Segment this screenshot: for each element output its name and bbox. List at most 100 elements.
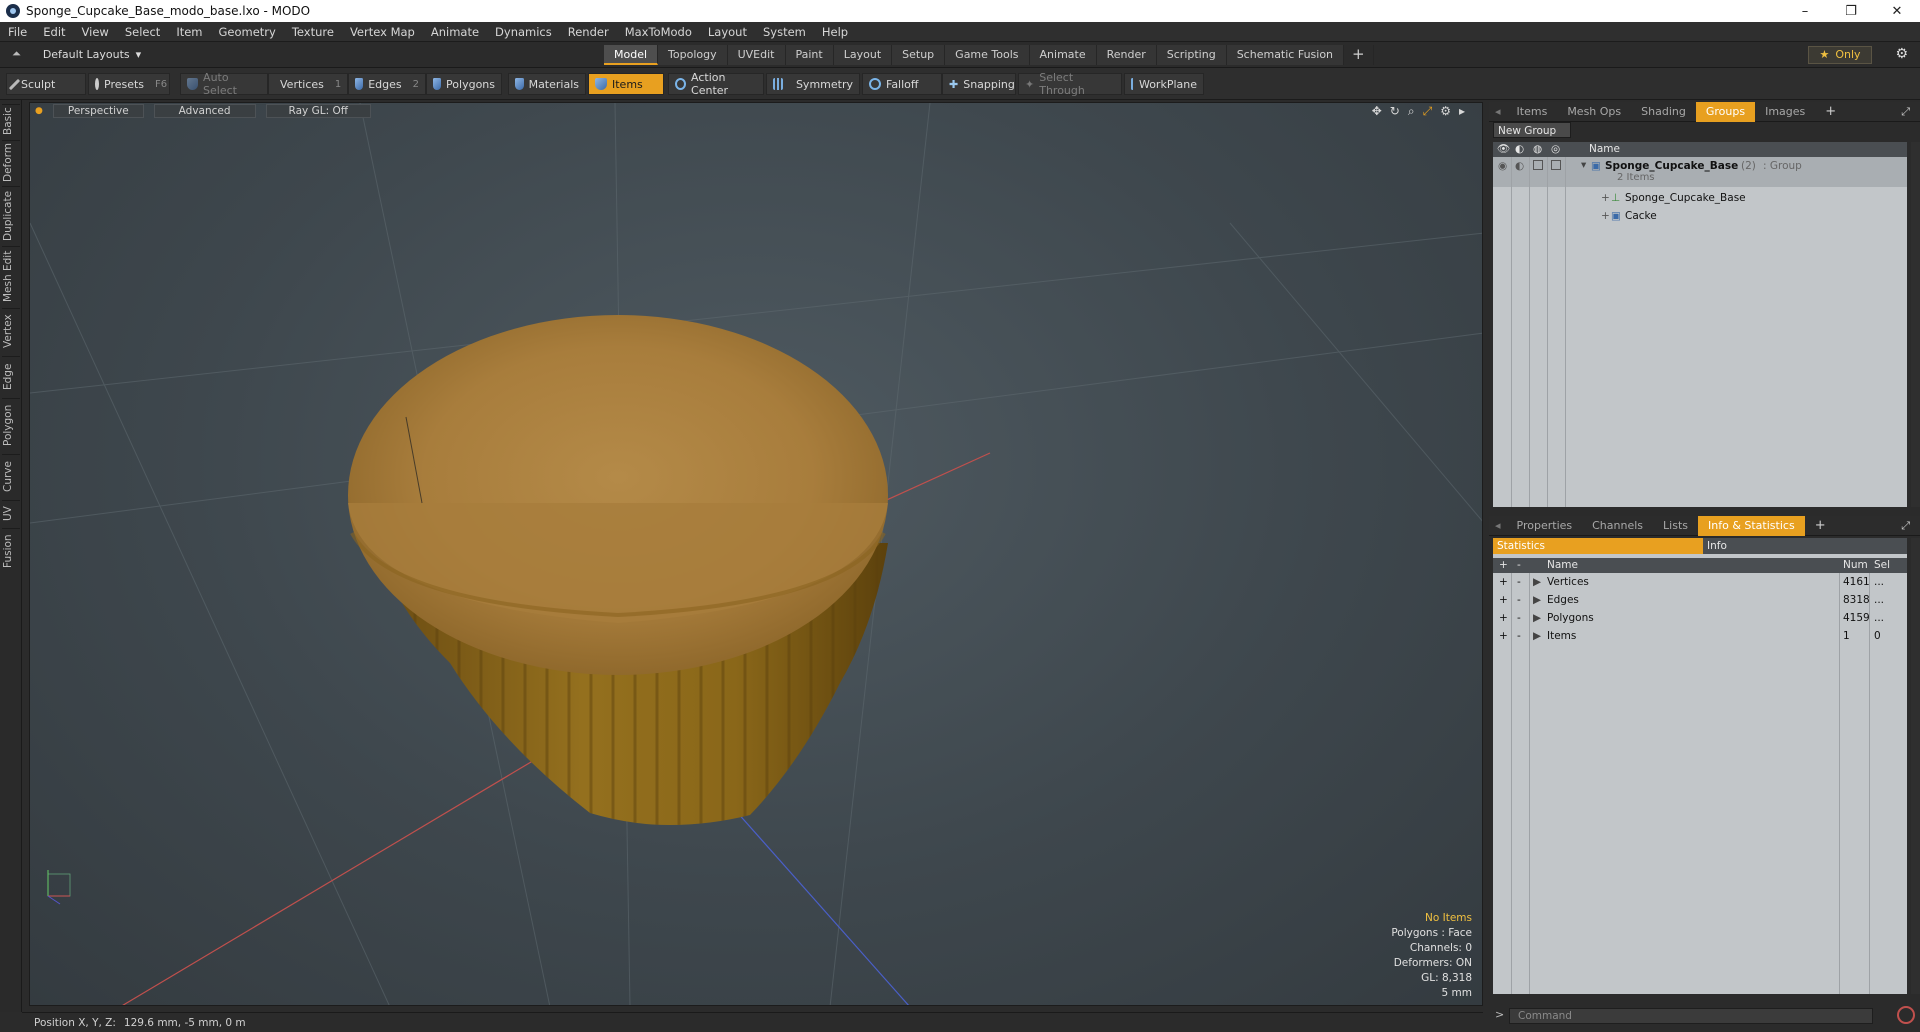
add-panel-tab-icon-2[interactable]: +	[1805, 516, 1836, 536]
auto-select-button[interactable]: Auto Select	[180, 71, 268, 97]
tab-groups[interactable]: Groups	[1695, 101, 1756, 122]
edges-button[interactable]: Edges 2	[348, 73, 426, 95]
advanced-dropdown[interactable]: Advanced	[153, 104, 256, 118]
menu-edit[interactable]: Edit	[35, 25, 73, 39]
row-expand-icon[interactable]: ▶	[1533, 609, 1541, 627]
left-tab-curve[interactable]: Curve	[2, 454, 20, 498]
stats-row-polygons[interactable]: + - ▶ Polygons 4159 ...	[1493, 609, 1907, 627]
left-tab-basic[interactable]: Basic	[2, 104, 20, 138]
add-tab-icon[interactable]: +	[1344, 45, 1374, 65]
tab-setup[interactable]: Setup	[892, 45, 946, 65]
tab-render[interactable]: Render	[1096, 45, 1157, 65]
tab-layout[interactable]: Layout	[833, 45, 893, 65]
close-button[interactable]: ✕	[1874, 0, 1920, 22]
row-expand-icon[interactable]: ▶	[1533, 627, 1541, 645]
menu-animate[interactable]: Animate	[423, 25, 487, 39]
group-child-mesh[interactable]: + ⊥ Sponge_Cupcake_Base	[1493, 189, 1907, 207]
3d-viewport[interactable]: No Items Polygons : Face Channels: 0 Def…	[29, 102, 1483, 1006]
stats-row-vertices[interactable]: + - ▶ Vertices 4161 ...	[1493, 573, 1907, 591]
tab-topology[interactable]: Topology	[658, 45, 728, 65]
new-group-button[interactable]: New Group	[1493, 122, 1571, 138]
menu-view[interactable]: View	[74, 25, 117, 39]
tab-info-statistics[interactable]: Info & Statistics	[1698, 515, 1805, 536]
presets-button[interactable]: Presets F6	[88, 73, 170, 95]
menu-texture[interactable]: Texture	[284, 25, 342, 39]
materials-button[interactable]: Materials	[508, 73, 586, 95]
collapse-all-icon[interactable]: -	[1517, 558, 1521, 573]
group-expand-icon[interactable]: ▾	[1581, 156, 1586, 174]
snapping-button[interactable]: ✚ Snapping	[942, 73, 1016, 95]
items-button[interactable]: Items	[588, 73, 664, 95]
stats-row-edges[interactable]: + - ▶ Edges 8318 ...	[1493, 591, 1907, 609]
rotate-view-icon[interactable]: ↻	[1390, 104, 1400, 119]
menu-select[interactable]: Select	[117, 25, 168, 39]
select-through-button[interactable]: ✦ Select Through	[1018, 71, 1122, 97]
action-center-button[interactable]: Action Center	[668, 71, 764, 97]
tab-scripting[interactable]: Scripting	[1156, 45, 1227, 65]
tab-properties[interactable]: Properties	[1507, 516, 1583, 536]
menu-vertex-map[interactable]: Vertex Map	[342, 25, 423, 39]
expand-panel-icon[interactable]: ⤢	[1891, 102, 1920, 122]
tab-uvedit[interactable]: UVEdit	[727, 45, 786, 65]
tab-items[interactable]: Items	[1507, 102, 1558, 122]
tab-paint[interactable]: Paint	[785, 45, 834, 65]
vertices-button[interactable]: Vertices 1	[268, 73, 348, 95]
zoom-view-icon[interactable]: ⌕	[1408, 104, 1415, 119]
group-render-icon[interactable]: ◐	[1515, 157, 1524, 175]
symmetry-button[interactable]: Symmetry	[766, 73, 860, 95]
workplane-button[interactable]: WorkPlane	[1124, 73, 1204, 95]
polygons-button[interactable]: Polygons	[426, 73, 502, 95]
child-expand-icon-2[interactable]: +	[1601, 207, 1610, 225]
group-select-checkbox[interactable]	[1551, 160, 1561, 170]
left-tab-edge[interactable]: Edge	[2, 356, 20, 396]
menu-help[interactable]: Help	[814, 25, 856, 39]
left-tab-duplicate[interactable]: Duplicate	[2, 186, 20, 244]
group-lock-checkbox[interactable]	[1533, 160, 1543, 170]
tab-animate[interactable]: Animate	[1029, 45, 1097, 65]
groups-scrollbar[interactable]	[1911, 142, 1920, 507]
statistics-subtab[interactable]: Statistics	[1493, 538, 1703, 554]
stats-scrollbar[interactable]	[1911, 538, 1920, 994]
left-tab-vertex[interactable]: Vertex	[2, 308, 20, 354]
falloff-button[interactable]: Falloff	[862, 73, 942, 95]
menu-render[interactable]: Render	[560, 25, 617, 39]
group-row[interactable]: ◉ ◐ ▾ ▣ Sponge_Cupcake_Base (2) : Group …	[1493, 157, 1907, 187]
info-subtab[interactable]: Info	[1703, 538, 1907, 554]
menu-file[interactable]: File	[0, 25, 35, 39]
left-tab-fusion[interactable]: Fusion	[2, 528, 20, 574]
left-tab-uv[interactable]: UV	[2, 500, 20, 526]
gear-icon[interactable]: ⚙	[1895, 46, 1908, 62]
expand-panel-icon-2[interactable]: ⤢	[1891, 516, 1920, 536]
left-tab-mesh-edit[interactable]: Mesh Edit	[2, 246, 20, 306]
tab-game-tools[interactable]: Game Tools	[945, 45, 1030, 65]
add-panel-tab-icon[interactable]: +	[1815, 102, 1846, 122]
tab-shading[interactable]: Shading	[1631, 102, 1696, 122]
menu-maxtomodo[interactable]: MaxToModo	[617, 25, 700, 39]
row-expand-icon[interactable]: ▶	[1533, 591, 1541, 609]
move-view-icon[interactable]: ✥	[1372, 104, 1382, 119]
record-icon[interactable]	[1897, 1006, 1915, 1024]
minimize-button[interactable]: –	[1782, 0, 1828, 22]
child-expand-icon[interactable]: +	[1601, 189, 1610, 207]
maximize-button[interactable]: ❐	[1828, 0, 1874, 22]
perspective-dropdown[interactable]: Perspective	[52, 104, 144, 118]
viewport-menu-icon[interactable]: ▸	[1459, 104, 1465, 119]
maximize-view-icon[interactable]: ⤢	[1423, 104, 1433, 119]
row-expand-icon[interactable]: ▶	[1533, 573, 1541, 591]
menu-item[interactable]: Item	[168, 25, 210, 39]
menu-system[interactable]: System	[755, 25, 814, 39]
sculpt-button[interactable]: Sculpt	[6, 73, 86, 95]
group-visibility-icon[interactable]: ◉	[1498, 157, 1507, 175]
tab-lists[interactable]: Lists	[1653, 516, 1698, 536]
left-tab-polygon[interactable]: Polygon	[2, 398, 20, 452]
viewport-settings-icon[interactable]: ⚙	[1440, 104, 1451, 119]
left-tab-deform[interactable]: Deform	[2, 140, 20, 184]
command-input[interactable]: Command	[1509, 1008, 1873, 1024]
tab-images[interactable]: Images	[1755, 102, 1815, 122]
tab-schematic-fusion[interactable]: Schematic Fusion	[1226, 45, 1345, 65]
menu-layout[interactable]: Layout	[700, 25, 755, 39]
default-layouts-dropdown[interactable]: ⏶ Default Layouts ▾	[12, 47, 141, 61]
expand-all-icon[interactable]: +	[1499, 558, 1508, 573]
menu-dynamics[interactable]: Dynamics	[487, 25, 560, 39]
tab-channels[interactable]: Channels	[1582, 516, 1653, 536]
